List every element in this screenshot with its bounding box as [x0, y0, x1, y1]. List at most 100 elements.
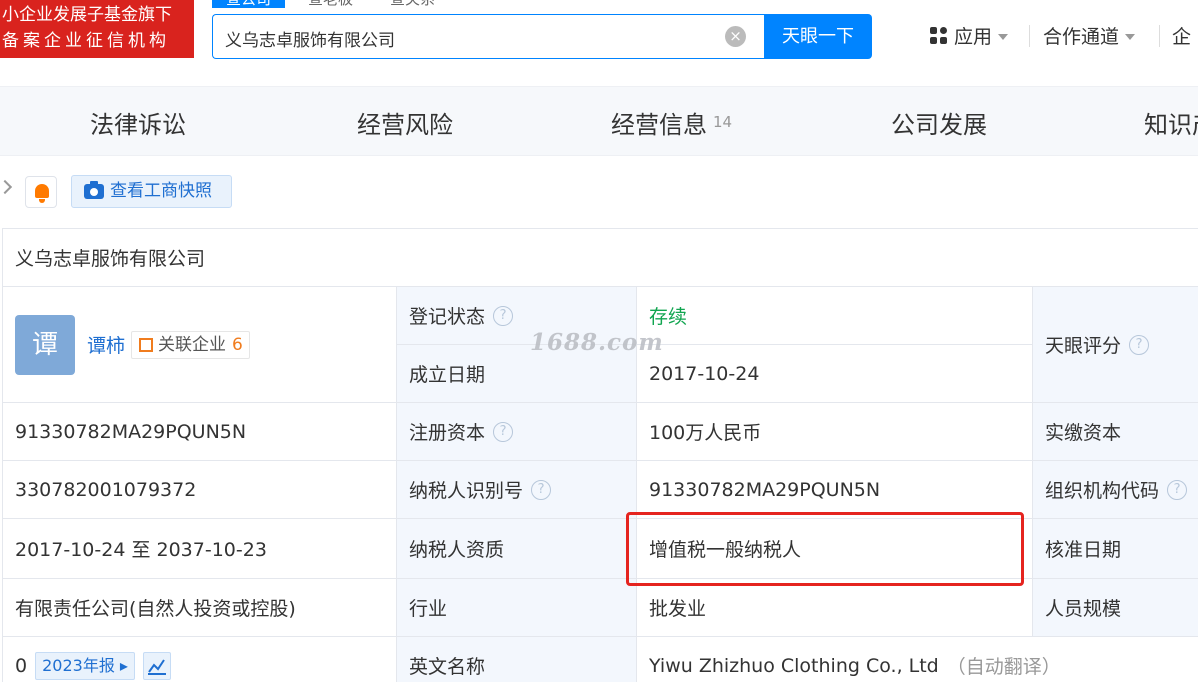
orgcode-label-cell: 组织机构代码? — [1033, 461, 1198, 519]
help-icon[interactable]: ? — [1129, 334, 1150, 355]
annual-report-label: 2023年报 — [42, 655, 115, 675]
industry-value: 批发业 — [649, 598, 707, 620]
nav-apps[interactable]: 应用 — [930, 22, 1009, 49]
founded-label: 成立日期 — [409, 364, 486, 386]
help-icon[interactable]: ? — [493, 421, 514, 442]
avatar[interactable]: 谭 — [15, 314, 75, 375]
status-value-cell: 存续 — [637, 287, 1033, 345]
search-input[interactable]: 义乌志卓服饰有限公司 × — [212, 14, 765, 59]
tab-development-label: 公司发展 — [891, 111, 987, 139]
trend-chart-icon[interactable] — [142, 651, 171, 680]
legal-rep-cell: 谭 谭柿 关联企业 6 — [3, 287, 397, 403]
tab-risk-label: 经营风险 — [357, 111, 453, 139]
tab-legal[interactable]: 法律诉讼 — [90, 105, 186, 140]
approval-label-cell: 核准日期 — [1033, 519, 1198, 579]
tab-legal-label: 法律诉讼 — [90, 111, 186, 139]
capital-value: 100万人民币 — [649, 422, 762, 444]
toolbar: 查看工商快照 — [0, 156, 1198, 228]
tab-ip[interactable]: 知识产 — [1144, 105, 1198, 140]
score-label-cell: 天眼评分? — [1033, 287, 1198, 403]
search-input-value: 义乌志卓服饰有限公司 — [225, 31, 395, 51]
annual-report-cell: 0 2023年报 ▸ — [3, 637, 397, 682]
camera-icon — [84, 181, 104, 199]
nav-divider — [1159, 25, 1160, 47]
approval-label: 核准日期 — [1045, 539, 1122, 561]
apps-grid-icon — [930, 27, 948, 45]
tab-count: 14 — [713, 113, 733, 131]
annual-report-button[interactable]: 2023年报 ▸ — [35, 651, 135, 680]
clear-icon[interactable]: × — [725, 26, 746, 47]
view-snapshot-label: 查看工商快照 — [110, 181, 212, 201]
score-label: 天眼评分 — [1045, 335, 1122, 357]
taxid-label: 纳税人识别号 — [409, 480, 524, 502]
monitor-bell-button[interactable] — [25, 176, 57, 208]
english-value-cell: Yiwu Zhizhuo Clothing Co., Ltd （自动翻译） — [637, 637, 1198, 682]
chevron-down-icon — [998, 34, 1009, 40]
related-count: 6 — [232, 334, 243, 355]
english-value: Yiwu Zhizhuo Clothing Co., Ltd — [649, 654, 939, 677]
capital-value-cell: 100万人民币 — [637, 403, 1033, 461]
industry-value-cell: 批发业 — [637, 579, 1033, 637]
company-type-cell: 有限责任公司(自然人投资或控股) — [3, 579, 397, 637]
taxtype-label-cell: 纳税人资质 — [397, 519, 637, 579]
staff-label: 人员规模 — [1045, 598, 1122, 620]
tab-search-boss[interactable]: 查老板 — [294, 0, 367, 8]
relation-icon — [139, 337, 154, 352]
paidin-label-cell: 实缴资本 — [1033, 403, 1198, 461]
chevron-right-icon[interactable] — [0, 179, 13, 195]
credit-code-cell: 91330782MA29PQUN5N — [3, 403, 397, 461]
taxid-label-cell: 纳税人识别号? — [397, 461, 637, 519]
view-snapshot-button[interactable]: 查看工商快照 — [71, 175, 232, 208]
bell-icon — [35, 184, 49, 198]
company-name-cell: 义乌志卓服饰有限公司 — [3, 229, 1198, 287]
search-button[interactable]: 天眼一下 — [764, 14, 872, 59]
tab-search-relation[interactable]: 查关系 — [376, 0, 449, 8]
taxtype-label: 纳税人资质 — [409, 539, 505, 561]
chevron-down-icon — [1125, 34, 1136, 40]
nav-divider — [1029, 25, 1030, 47]
section-tabs: 法律诉讼 经营风险 经营信息 14 公司发展 知识产 — [0, 86, 1198, 156]
tab-business-info-label: 经营信息 — [611, 111, 707, 139]
top-header: 小企业发展子基金旗下 备案企业征信机构 查公司 查老板 查关系 义乌志卓服饰有限… — [0, 0, 1198, 86]
watermark: 1688.com — [530, 329, 664, 356]
industry-label-cell: 行业 — [397, 579, 637, 637]
nav-partner[interactable]: 合作通道 — [1043, 22, 1136, 49]
tab-risk[interactable]: 经营风险 — [357, 105, 453, 140]
taxid-value-cell: 91330782MA29PQUN5N — [637, 461, 1033, 519]
company-info-table: 义乌志卓服饰有限公司 谭 谭柿 关联企业 6 登记状态? 存续 天眼评分? 成立日… — [2, 228, 1198, 682]
highlight-box — [626, 512, 1024, 586]
reg-number-cell: 330782001079372 — [3, 461, 397, 519]
status-value: 存续 — [649, 306, 688, 328]
taxid-value: 91330782MA29PQUN5N — [649, 478, 881, 501]
tab-ip-label: 知识产 — [1144, 111, 1198, 139]
credit-code: 91330782MA29PQUN5N — [15, 420, 247, 443]
help-icon[interactable]: ? — [1167, 479, 1188, 500]
tab-development[interactable]: 公司发展 — [891, 105, 987, 140]
business-term: 2017-10-24 至 2037-10-23 — [15, 539, 267, 561]
promo-line-1: 小企业发展子基金旗下 — [2, 5, 172, 25]
business-term-cell: 2017-10-24 至 2037-10-23 — [3, 519, 397, 579]
help-icon[interactable]: ? — [531, 479, 552, 500]
promo-banner[interactable]: 小企业发展子基金旗下 备案企业征信机构 — [0, 0, 194, 58]
english-label-cell: 英文名称 — [397, 637, 637, 682]
help-icon[interactable]: ? — [493, 305, 514, 326]
english-label: 英文名称 — [409, 656, 486, 678]
page: 小企业发展子基金旗下 备案企业征信机构 查公司 查老板 查关系 义乌志卓服饰有限… — [0, 0, 1198, 682]
reg-number: 330782001079372 — [15, 478, 197, 501]
related-companies-badge[interactable]: 关联企业 6 — [131, 330, 250, 359]
nav-apps-label: 应用 — [954, 26, 993, 48]
company-type: 有限责任公司(自然人投资或控股) — [15, 598, 296, 620]
founded-value: 2017-10-24 — [649, 362, 760, 385]
nav-partner-label: 合作通道 — [1043, 26, 1120, 48]
promo-line-2: 备案企业征信机构 — [2, 31, 170, 51]
staff-label-cell: 人员规模 — [1033, 579, 1198, 637]
tab-search-company[interactable]: 查公司 — [212, 0, 286, 8]
tab-business-info[interactable]: 经营信息 14 — [611, 105, 732, 140]
nav-enterprise[interactable]: 企 — [1172, 22, 1191, 49]
legal-rep-name[interactable]: 谭柿 — [87, 331, 125, 358]
founded-value-cell: 2017-10-24 — [637, 345, 1033, 403]
orgcode-label: 组织机构代码 — [1045, 480, 1160, 502]
company-name[interactable]: 义乌志卓服饰有限公司 — [15, 244, 205, 271]
related-label: 关联企业 — [158, 334, 227, 355]
capital-label: 注册资本 — [409, 422, 486, 444]
